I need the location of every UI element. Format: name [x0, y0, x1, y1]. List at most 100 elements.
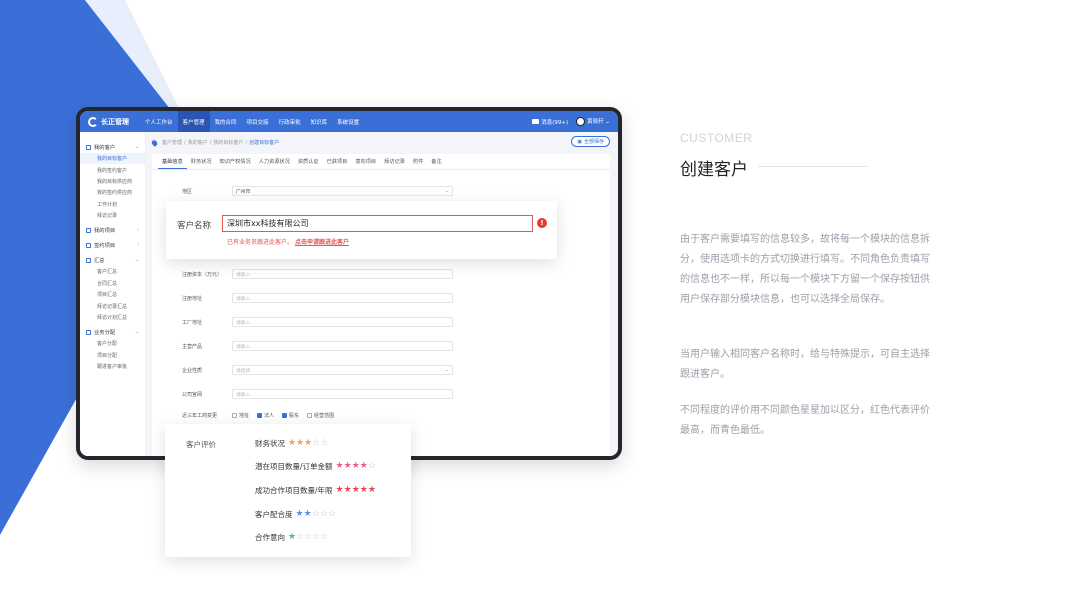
checkbox-label: 地址	[239, 413, 250, 419]
section-eyebrow: CUSTOMER	[680, 131, 753, 145]
tab-0[interactable]: 基础信息	[158, 154, 187, 169]
change-checkbox[interactable]: 股东	[282, 412, 299, 419]
sidebar-item[interactable]: 客户分配	[80, 338, 145, 349]
change-checkbox[interactable]: 法人	[257, 412, 274, 419]
sidebar-item[interactable]: 跟进客户审批	[80, 361, 145, 372]
capital-row: 注册资本（万元） 请输入	[182, 269, 453, 279]
sidebar-group[interactable]: 我的项目 ›	[80, 224, 145, 236]
sidebar-group-label: 汇总	[94, 258, 105, 265]
sidebar-item[interactable]: 合同汇总	[80, 278, 145, 289]
tab-4[interactable]: 资质认证	[294, 154, 323, 169]
star-filled-icon: ★	[351, 485, 360, 495]
checkbox-icon	[232, 413, 237, 418]
sidebar-item[interactable]: 工作计划	[80, 199, 145, 210]
nav-item[interactable]: 客户管理	[177, 111, 210, 132]
tab-2[interactable]: 知识产权情况	[216, 154, 255, 169]
sidebar-item[interactable]: 拜访记录汇总	[80, 300, 145, 311]
star-empty-icon: ☆	[304, 532, 313, 542]
breadcrumb-item[interactable]: 我的客户	[188, 139, 208, 146]
star-filled-icon: ★	[359, 461, 368, 471]
tab-6[interactable]: 意向项目	[351, 154, 380, 169]
region-select[interactable]: 广州市 ⌄	[232, 186, 453, 196]
sidebar-item[interactable]: 拜访计划汇总	[80, 312, 145, 323]
nav-item[interactable]: 个人工作台	[140, 111, 178, 132]
breadcrumb-separator: /	[209, 139, 212, 146]
messages-link[interactable]: 消息(99+)	[532, 118, 568, 126]
star-rating[interactable]: ★ ★ ★ ★ ★	[336, 486, 376, 495]
nav-item[interactable]: 我的合同	[210, 111, 242, 132]
changes-checkboxes: 地址 法人 股东 经营范围	[232, 412, 334, 419]
sidebar-group[interactable]: 业务分配 ⌄	[80, 326, 145, 338]
address-input[interactable]: 请输入	[232, 293, 453, 303]
star-rating[interactable]: ★ ★ ★ ★ ☆	[336, 462, 376, 471]
sidebar-item[interactable]: 拜访记录	[80, 210, 145, 221]
sidebar-group[interactable]: 签约项目 ›	[80, 239, 145, 251]
form-panel: 基础信息 财务状况 知识产权情况 人力资源状况 资质认证 已获项目 意向项目 拜访记录 附件 备注…	[152, 154, 610, 456]
nav-item[interactable]: 项目交接	[242, 111, 274, 132]
sidebar-item[interactable]: 客户汇总	[80, 266, 145, 277]
tab-5[interactable]: 已获项目	[323, 154, 352, 169]
app-logo[interactable]: 长正管理	[80, 116, 140, 127]
header-actions: 消息(99+) 黄晓轩 ⌄	[532, 117, 618, 126]
chevron-down-icon: ⌄	[134, 257, 139, 264]
capital-input[interactable]: 请输入	[232, 269, 453, 279]
change-checkbox[interactable]: 经营范围	[307, 412, 334, 419]
breadcrumb-item[interactable]: 客户管理	[162, 139, 182, 146]
star-empty-icon: ☆	[296, 532, 305, 542]
factory-label: 工厂地址	[182, 319, 203, 326]
message-icon	[532, 118, 540, 124]
user-menu[interactable]: 黄晓轩 ⌄	[576, 117, 610, 126]
avatar	[576, 117, 586, 126]
save-icon: ▣	[577, 138, 582, 145]
rating-label: 客户配合度	[255, 510, 293, 519]
star-filled-icon: ★	[343, 485, 352, 495]
product-input[interactable]: 请输入	[232, 341, 453, 351]
star-empty-icon: ☆	[319, 509, 328, 519]
website-input[interactable]: 请输入	[232, 389, 453, 399]
customer-name-input[interactable]: 深圳市xx科技有限公司	[222, 215, 533, 232]
change-checkbox[interactable]: 地址	[232, 412, 249, 419]
logo-text: 长正管理	[101, 117, 129, 126]
address-label: 注册地址	[182, 295, 203, 302]
tab-3[interactable]: 人力资源状况	[255, 154, 294, 169]
sidebar-item[interactable]: 我的目标供应商	[80, 176, 145, 187]
tab-1[interactable]: 财务状况	[187, 154, 216, 169]
tab-8[interactable]: 附件	[409, 154, 427, 169]
sidebar-group[interactable]: 汇总 ⌄	[80, 254, 145, 266]
nav-item[interactable]: 系统设置	[332, 111, 364, 132]
tab-9[interactable]: 备注	[427, 154, 445, 169]
rating-row: 财务状况 ★ ★ ★ ☆ ☆	[255, 438, 328, 449]
rating-card-label: 客户评价	[186, 440, 216, 449]
sidebar: 我的客户 ⌄ 我的目标客户 我的签约客户 我的目标供应商 我的签约供应商 工作计划 拜访记录我…	[80, 132, 146, 456]
nature-row: 企业性质 请选择 ⌄	[182, 365, 453, 375]
nature-select[interactable]: 请选择 ⌄	[232, 365, 453, 375]
rating-row: 合作意向 ★ ☆ ☆ ☆ ☆	[255, 532, 328, 543]
breadcrumb-item[interactable]: 我的目标客户	[213, 139, 243, 146]
sidebar-item[interactable]: 我的目标客户	[80, 153, 145, 165]
nature-label: 企业性质	[182, 367, 203, 374]
chevron-down-icon: ⌄	[444, 188, 449, 194]
sidebar-item[interactable]: 我的签约客户	[80, 164, 145, 175]
star-empty-icon: ☆	[320, 532, 329, 542]
chevron-down-icon: ⌄	[605, 119, 610, 125]
sidebar-item[interactable]: 项目汇总	[80, 289, 145, 300]
tab-bar: 基础信息 财务状况 知识产权情况 人力资源状况 资质认证 已获项目 意向项目 拜访记录 附件 备注	[152, 154, 610, 170]
chevron-right-icon: ›	[137, 227, 139, 234]
tab-7[interactable]: 拜访记录	[380, 154, 409, 169]
rating-label: 成功合作项目数量/年限	[255, 486, 333, 495]
save-all-button[interactable]: ▣ 全部保存	[571, 136, 610, 147]
star-rating[interactable]: ★ ★ ★ ☆ ☆	[288, 439, 328, 448]
factory-input[interactable]: 请输入	[232, 317, 453, 327]
sidebar-item[interactable]: 我的签约供应商	[80, 187, 145, 198]
star-rating[interactable]: ★ ★ ☆ ☆ ☆	[296, 510, 336, 519]
star-filled-icon: ★	[335, 461, 344, 471]
sidebar-item[interactable]: 项目分配	[80, 350, 145, 361]
checkbox-label: 经营范围	[314, 413, 335, 419]
nav-item[interactable]: 知识库	[306, 111, 333, 132]
sidebar-group[interactable]: 我的客户 ⌄	[80, 141, 145, 153]
nav-item[interactable]: 行政审批	[274, 111, 306, 132]
star-filled-icon: ★	[335, 485, 344, 495]
star-rating[interactable]: ★ ☆ ☆ ☆ ☆	[288, 533, 328, 542]
star-empty-icon: ☆	[312, 438, 321, 448]
apply-follow-link[interactable]: 点击申请跟进此客户	[295, 239, 349, 246]
